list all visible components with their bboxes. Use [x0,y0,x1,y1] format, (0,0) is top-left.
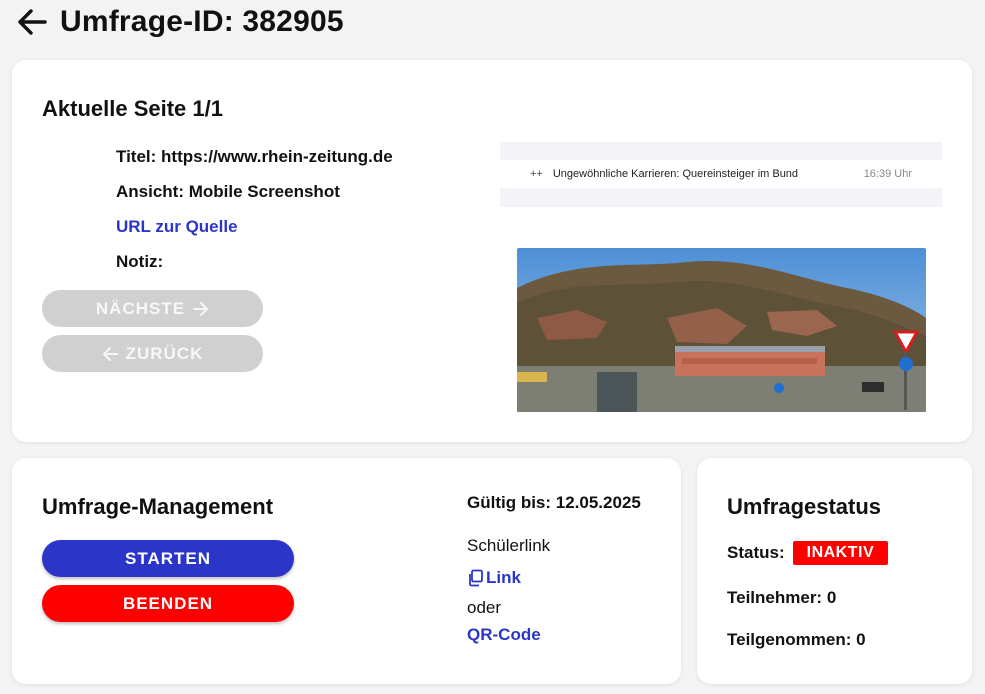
survey-status-card: Umfragestatus Status: INAKTIV Teilnehmer… [697,458,972,684]
arrow-left-icon[interactable] [16,6,48,38]
source-url-link[interactable]: URL zur Quelle [116,217,238,237]
start-survey-button[interactable]: STARTEN [42,540,294,577]
headline-prefix: ++ [530,168,543,180]
page-title-info: Titel: https://www.rhein-zeitung.de [116,147,393,166]
article-photo [517,248,926,412]
headline-text: Ungewöhnliche Karrieren: Quereinsteiger … [552,168,799,180]
status-badge: INAKTIV [792,541,889,565]
page-note-info: Notiz: [116,252,164,271]
status-row: Status: INAKTIV [727,541,889,565]
next-button-label: NÄCHSTE [95,298,186,318]
screenshot-headline-row: ++ Ungewöhnliche Karrieren: Quereinsteig… [500,160,942,188]
next-page-button[interactable]: NÄCHSTE [42,290,263,327]
arrow-left-small-icon [102,346,118,361]
back-button-label: ZURÜCK [125,343,204,363]
student-link-label: Schülerlink [467,536,551,555]
headline-time: 16:39 Uhr [863,168,912,180]
qr-code-link[interactable]: QR-Code [467,625,541,645]
page-title: Umfrage-ID: 382905 [60,5,344,38]
current-page-title: Aktuelle Seite 1/1 [42,96,223,121]
survey-management-title: Umfrage-Management [42,494,274,519]
completed-count: Teilgenommen: 0 [727,630,866,649]
page-view-info: Ansicht: Mobile Screenshot [116,182,340,201]
status-label: Status: [727,543,785,562]
page-header: Umfrage-ID: 382905 [16,4,344,40]
or-label: oder [467,598,502,617]
previous-page-button[interactable]: ZURÜCK [42,335,263,372]
valid-until-text: Gültig bis: 12.05.2025 [467,493,641,512]
survey-status-title: Umfragestatus [727,494,882,519]
end-survey-button[interactable]: BEENDEN [42,585,294,622]
copy-link-label: Link [486,568,521,587]
copy-link-button[interactable]: Link [467,568,521,588]
participants-count: Teilnehmer: 0 [727,588,837,607]
screenshot-preview: ++ Ungewöhnliche Karrieren: Quereinsteig… [500,142,942,207]
current-page-card: Aktuelle Seite 1/1 Titel: https://www.rh… [12,60,972,442]
arrow-right-icon [193,301,209,316]
survey-management-card: Umfrage-Management STARTEN BEENDEN Gülti… [12,458,681,684]
copy-icon [467,569,485,587]
